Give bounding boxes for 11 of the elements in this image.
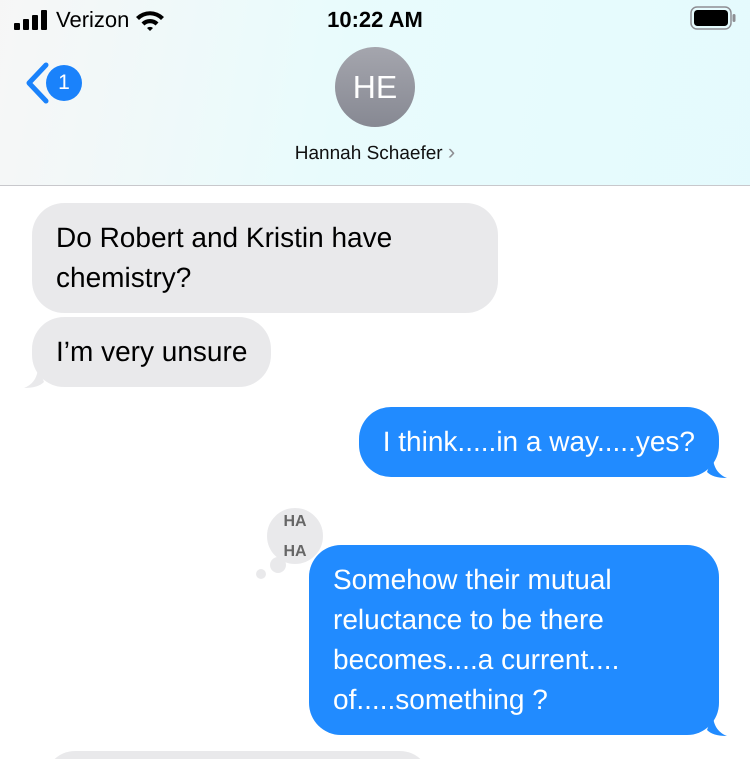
message-bubble: Do Robert and Kristin have chemistry? [32,203,498,313]
contact-name-link[interactable]: Hannah Schaefer › [294,139,456,165]
signal-icon [14,10,50,30]
battery-icon [690,6,736,30]
clock-time: 10:22 AM [327,7,423,33]
carrier-name: Verizon [56,7,130,33]
wifi-icon [135,9,166,31]
unread-count-badge: 1 [46,65,82,101]
back-chevron-icon[interactable] [24,62,50,104]
contact-avatar[interactable]: HE [335,47,415,127]
back-button[interactable]: 1 [24,62,82,104]
